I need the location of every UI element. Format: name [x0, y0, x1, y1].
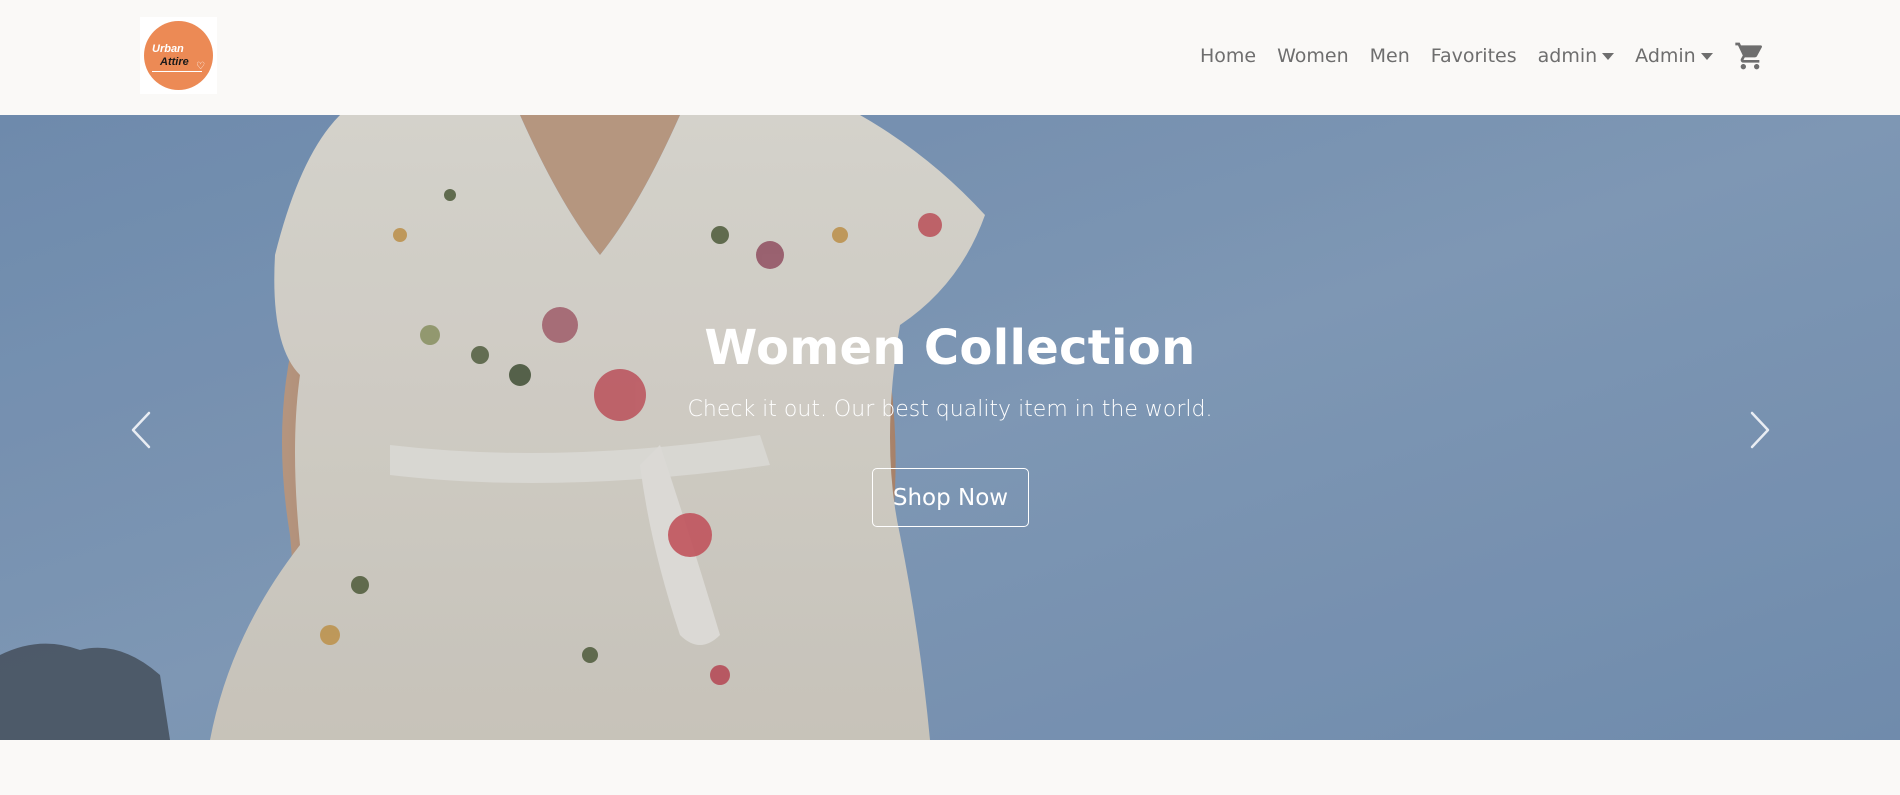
- nav-men[interactable]: Men: [1370, 45, 1410, 67]
- chevron-left-icon: [131, 411, 151, 449]
- cart-icon: [1735, 42, 1762, 70]
- logo-text-urban: Urban: [152, 43, 184, 55]
- cart-button[interactable]: [1734, 40, 1766, 72]
- carousel-prev-button[interactable]: [123, 405, 163, 455]
- nav-user-dropdown[interactable]: admin: [1538, 45, 1615, 67]
- hero-subtitle: Check it out. Our best quality item in t…: [687, 397, 1213, 422]
- hero-carousel: Women Collection Check it out. Our best …: [0, 115, 1900, 740]
- nav-favorites[interactable]: Favorites: [1431, 45, 1517, 67]
- chevron-right-icon: [1750, 411, 1770, 449]
- logo-circle: Urban Attire ♡: [144, 21, 213, 90]
- heart-icon: ♡: [196, 61, 205, 72]
- shop-now-button[interactable]: Shop Now: [872, 468, 1029, 527]
- caret-down-icon: [1602, 52, 1615, 60]
- brand-logo[interactable]: Urban Attire ♡: [140, 17, 217, 94]
- carousel-next-button[interactable]: [1738, 405, 1778, 455]
- logo-underline: [152, 71, 202, 72]
- nav-user-label: admin: [1537, 45, 1598, 67]
- nav-women[interactable]: Women: [1277, 45, 1349, 67]
- logo-text-attire: Attire: [160, 56, 189, 68]
- hero-caption: Women Collection Check it out. Our best …: [0, 115, 1900, 740]
- nav-admin-label: Admin: [1635, 45, 1696, 67]
- nav-home[interactable]: Home: [1200, 45, 1256, 67]
- navbar: Urban Attire ♡ Home Women Men Favorites …: [0, 0, 1900, 115]
- nav-links: Home Women Men Favorites admin Admin: [1200, 38, 1766, 74]
- hero-title: Women Collection: [704, 320, 1196, 376]
- caret-down-icon: [1700, 52, 1713, 60]
- nav-admin-dropdown[interactable]: Admin: [1635, 45, 1713, 67]
